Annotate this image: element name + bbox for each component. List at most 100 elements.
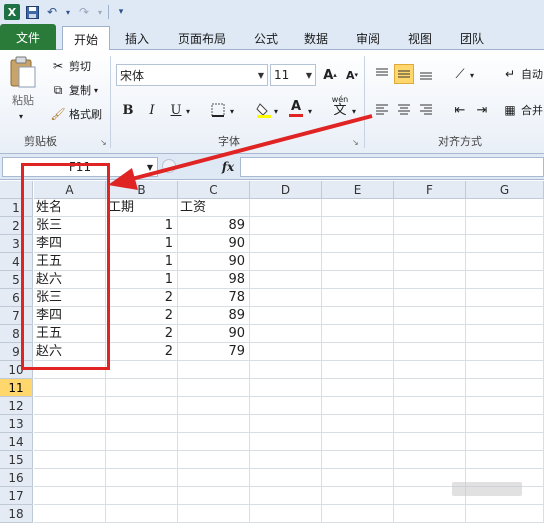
cell[interactable] xyxy=(394,253,466,271)
cell[interactable] xyxy=(106,379,178,397)
row-header[interactable]: 11 xyxy=(0,379,33,397)
cell[interactable]: 张三 xyxy=(34,289,106,307)
font-color-icon[interactable]: A xyxy=(286,98,306,118)
paste-button[interactable]: 粘贴 xyxy=(8,56,38,108)
cell[interactable] xyxy=(322,235,394,253)
formula-cancel-icon[interactable] xyxy=(162,159,176,173)
cell[interactable] xyxy=(322,217,394,235)
cell[interactable] xyxy=(466,235,544,253)
cell[interactable] xyxy=(394,217,466,235)
cell[interactable]: 98 xyxy=(178,271,250,289)
cell[interactable] xyxy=(466,361,544,379)
cell[interactable] xyxy=(250,217,322,235)
cell[interactable] xyxy=(250,271,322,289)
cell[interactable]: 李四 xyxy=(34,307,106,325)
cell[interactable] xyxy=(250,289,322,307)
cell[interactable] xyxy=(250,307,322,325)
tab-file[interactable]: 文件 xyxy=(0,24,56,50)
cell[interactable] xyxy=(322,451,394,469)
cell[interactable] xyxy=(322,307,394,325)
clipboard-launcher-icon[interactable]: ↘ xyxy=(100,138,107,147)
cell[interactable] xyxy=(250,235,322,253)
row-header[interactable]: 3 xyxy=(0,235,33,253)
column-header[interactable]: C xyxy=(178,181,250,199)
row-header[interactable]: 12 xyxy=(0,397,33,415)
cell[interactable] xyxy=(466,451,544,469)
cell[interactable] xyxy=(466,199,544,217)
name-box[interactable]: F11 ▼ xyxy=(2,157,158,177)
cell[interactable] xyxy=(466,505,544,523)
align-bottom-icon[interactable] xyxy=(416,64,436,84)
cell[interactable] xyxy=(322,343,394,361)
cell[interactable]: 1 xyxy=(106,253,178,271)
chevron-down-icon[interactable]: ▼ xyxy=(258,71,264,80)
italic-button[interactable]: I xyxy=(142,100,162,120)
cell[interactable] xyxy=(394,433,466,451)
cell[interactable]: 2 xyxy=(106,343,178,361)
cell[interactable]: 赵六 xyxy=(34,343,106,361)
cell[interactable] xyxy=(106,361,178,379)
phonetic-guide-icon[interactable]: wén 文 xyxy=(328,95,352,117)
cell[interactable] xyxy=(322,199,394,217)
cell[interactable]: 90 xyxy=(178,325,250,343)
select-all-corner[interactable] xyxy=(0,181,33,199)
cell[interactable] xyxy=(466,379,544,397)
cell[interactable] xyxy=(34,433,106,451)
undo-dropdown-icon[interactable]: ▾ xyxy=(64,4,72,20)
cell[interactable]: 1 xyxy=(106,217,178,235)
cell[interactable] xyxy=(394,361,466,379)
column-header[interactable]: F xyxy=(394,181,466,199)
cell[interactable] xyxy=(106,397,178,415)
cell[interactable]: 工期 xyxy=(106,199,178,217)
cell[interactable] xyxy=(466,397,544,415)
cell[interactable] xyxy=(34,451,106,469)
row-header[interactable]: 4 xyxy=(0,253,33,271)
cell[interactable] xyxy=(34,379,106,397)
font-name-combo[interactable]: 宋体 ▼ xyxy=(116,64,268,86)
align-middle-icon[interactable] xyxy=(394,64,414,84)
cell[interactable]: 2 xyxy=(106,289,178,307)
cell[interactable] xyxy=(322,487,394,505)
row-header[interactable]: 8 xyxy=(0,325,33,343)
cell[interactable] xyxy=(394,505,466,523)
cell[interactable] xyxy=(322,469,394,487)
align-left-icon[interactable] xyxy=(372,100,392,120)
cell[interactable] xyxy=(178,415,250,433)
tab-review[interactable]: 审阅 xyxy=(348,26,388,50)
merge-center-button[interactable]: ▦ 合并 xyxy=(502,102,543,118)
row-header[interactable]: 17 xyxy=(0,487,33,505)
underline-dropdown-icon[interactable]: ▾ xyxy=(186,107,190,116)
cell[interactable] xyxy=(322,505,394,523)
cell[interactable] xyxy=(394,199,466,217)
format-painter-button[interactable]: 🖌 格式刷 xyxy=(50,106,102,122)
cell[interactable]: 张三 xyxy=(34,217,106,235)
cell[interactable] xyxy=(106,505,178,523)
tab-data[interactable]: 数据 xyxy=(296,26,336,50)
cell[interactable] xyxy=(106,433,178,451)
cell[interactable] xyxy=(106,487,178,505)
cell[interactable] xyxy=(34,487,106,505)
cut-button[interactable]: ✂ 剪切 xyxy=(50,58,91,74)
row-header[interactable]: 5 xyxy=(0,271,33,289)
cell[interactable] xyxy=(178,397,250,415)
cell[interactable]: 王五 xyxy=(34,253,106,271)
font-color-dropdown-icon[interactable]: ▾ xyxy=(308,107,312,116)
cell[interactable] xyxy=(178,361,250,379)
cell[interactable] xyxy=(394,379,466,397)
wrap-text-button[interactable]: ↵ 自动 xyxy=(502,66,543,82)
row-header[interactable]: 16 xyxy=(0,469,33,487)
row-header[interactable]: 10 xyxy=(0,361,33,379)
cell[interactable] xyxy=(322,415,394,433)
cell[interactable] xyxy=(394,289,466,307)
cell[interactable] xyxy=(322,289,394,307)
row-header[interactable]: 6 xyxy=(0,289,33,307)
orientation-icon[interactable]: ⟋ xyxy=(450,64,470,84)
cell[interactable] xyxy=(178,433,250,451)
row-header[interactable]: 15 xyxy=(0,451,33,469)
row-header[interactable]: 9 xyxy=(0,343,33,361)
cell[interactable] xyxy=(466,289,544,307)
align-right-icon[interactable] xyxy=(416,100,436,120)
fill-dropdown-icon[interactable]: ▾ xyxy=(274,107,278,116)
cell[interactable] xyxy=(106,451,178,469)
cell[interactable] xyxy=(394,325,466,343)
